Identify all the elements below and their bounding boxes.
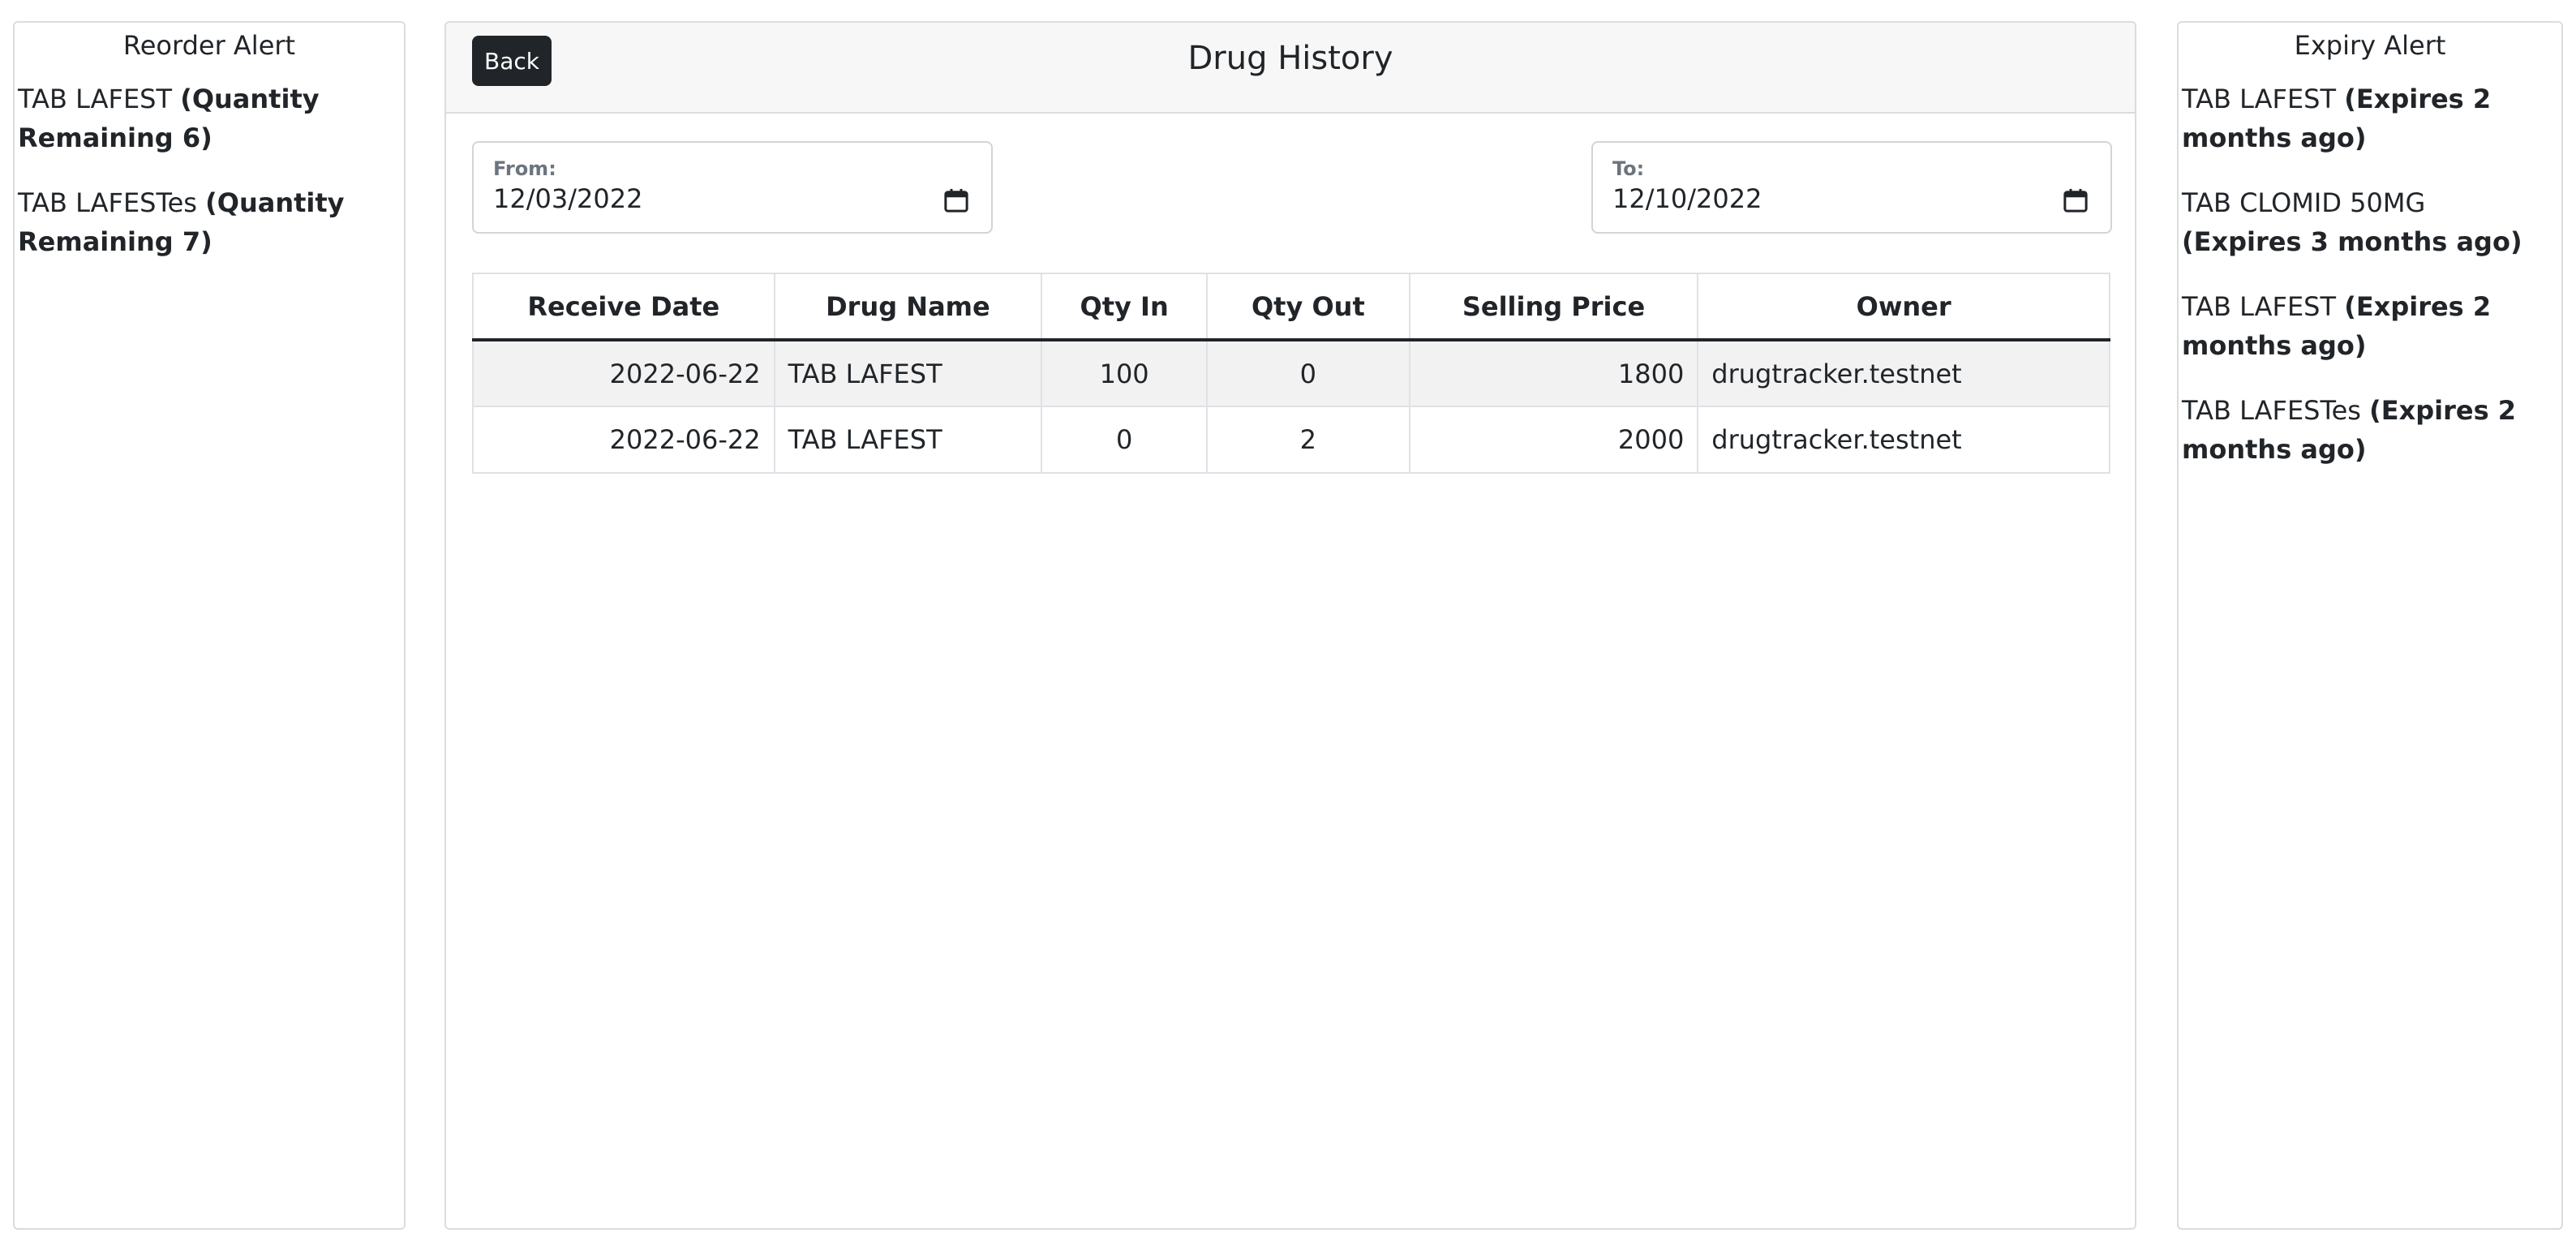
table-row: 2022-06-22 TAB LAFEST 100 0 1800 drugtra… (472, 339, 2110, 407)
expiry-alert-item: TAB CLOMID 50MG (Expires 3 months ago) (2182, 183, 2548, 261)
alert-drug-name: TAB LAFEST (18, 84, 173, 114)
cell-receive-date: 2022-06-22 (472, 339, 775, 407)
column-header-selling-price: Selling Price (1408, 273, 1699, 341)
calendar-icon[interactable] (2063, 188, 2088, 213)
page-title: Drug History (1187, 40, 1393, 77)
from-date-field[interactable]: From: 12/03/2022 (472, 141, 993, 234)
column-header-qty-out: Qty Out (1206, 273, 1410, 341)
cell-owner: drugtracker.testnet (1697, 339, 2110, 407)
to-date-value[interactable]: 12/10/2022 (1612, 183, 1762, 214)
alert-drug-name: TAB CLOMID 50MG (2182, 187, 2426, 218)
reorder-alert-item: TAB LAFEST (Quantity Remaining 6) (18, 79, 391, 157)
cell-selling-price: 1800 (1408, 339, 1699, 407)
cell-drug-name: TAB LAFEST (773, 406, 1043, 474)
reorder-alert-item: TAB LAFESTes (Quantity Remaining 7) (18, 183, 391, 261)
from-date-value[interactable]: 12/03/2022 (493, 183, 642, 214)
to-date-label: To: (1612, 157, 1645, 180)
column-header-drug-name: Drug Name (773, 273, 1043, 341)
alert-drug-name: TAB LAFESTes (2182, 395, 2361, 426)
drug-history-table: Receive Date Drug Name Qty In Qty Out Se… (472, 273, 2110, 474)
cell-selling-price: 2000 (1408, 406, 1699, 474)
expiry-alert-panel: Expiry Alert TAB LAFEST (Expires 2 month… (2177, 21, 2563, 1230)
table-header-row: Receive Date Drug Name Qty In Qty Out Se… (472, 273, 2110, 341)
cell-qty-in: 0 (1041, 406, 1209, 474)
from-date-label: From: (493, 157, 556, 180)
cell-drug-name: TAB LAFEST (773, 339, 1043, 407)
expiry-alert-item: TAB LAFESTes (Expires 2 months ago) (2182, 391, 2548, 469)
alert-drug-name: TAB LAFEST (2182, 84, 2337, 114)
cell-qty-out: 2 (1206, 406, 1410, 474)
to-date-field[interactable]: To: 12/10/2022 (1591, 141, 2112, 234)
alert-drug-name: TAB LAFESTes (18, 187, 197, 218)
drug-history-panel: Back Drug History From: 12/03/2022 To: 1… (444, 21, 2136, 1230)
expiry-alert-item: TAB LAFEST (Expires 2 months ago) (2182, 79, 2548, 157)
reorder-alert-panel: Reorder Alert TAB LAFEST (Quantity Remai… (13, 21, 406, 1230)
reorder-alert-title: Reorder Alert (122, 30, 296, 61)
cell-owner: drugtracker.testnet (1697, 406, 2110, 474)
cell-qty-out: 0 (1206, 339, 1410, 407)
cell-receive-date: 2022-06-22 (472, 406, 775, 474)
alert-drug-name: TAB LAFEST (2182, 291, 2337, 322)
cell-qty-in: 100 (1041, 339, 1209, 407)
expiry-alert-list: TAB LAFEST (Expires 2 months ago) TAB CL… (2179, 79, 2561, 469)
column-header-receive-date: Receive Date (472, 273, 775, 341)
calendar-icon[interactable] (944, 188, 968, 213)
alert-detail: (Expires 3 months ago) (2182, 226, 2522, 257)
column-header-qty-in: Qty In (1041, 273, 1209, 341)
expiry-alert-title: Expiry Alert (2294, 30, 2446, 61)
reorder-alert-list: TAB LAFEST (Quantity Remaining 6) TAB LA… (15, 79, 404, 261)
table-row: 2022-06-22 TAB LAFEST 0 2 2000 drugtrack… (472, 406, 2110, 474)
expiry-alert-item: TAB LAFEST (Expires 2 months ago) (2182, 287, 2548, 365)
column-header-owner: Owner (1697, 273, 2110, 341)
drug-history-header: Back Drug History (446, 23, 2135, 114)
